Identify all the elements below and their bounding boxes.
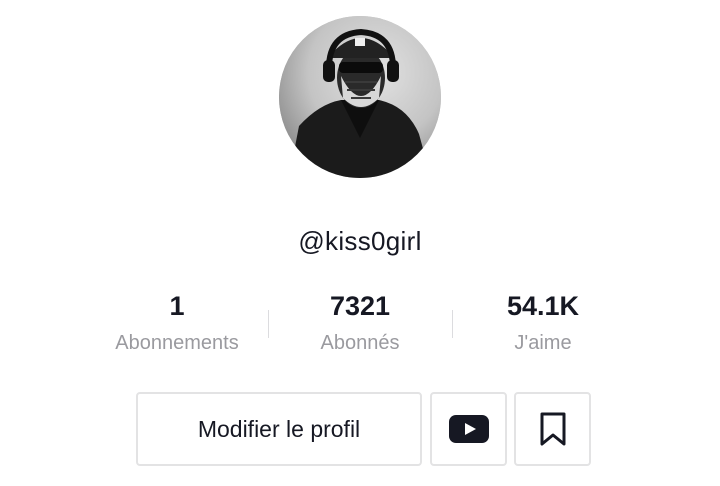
stat-followers-value: 7321 [329,291,391,321]
stat-following[interactable]: 1 Abonnements [77,288,277,356]
stat-followers-label: Abonnés [320,332,400,354]
bookmark-icon [540,412,565,446]
stat-likes-label: J'aime [514,332,572,354]
youtube-button[interactable] [430,392,507,466]
stat-likes-value: 54.1K [506,291,580,321]
stat-followers[interactable]: 7321 Abonnés [260,288,460,356]
username: @kiss0girl [298,226,422,256]
stat-following-label: Abonnements [115,332,239,354]
stat-following-value: 1 [169,291,185,321]
youtube-icon [448,415,489,443]
profile-stats: 1 Abonnements 7321 Abonnés 54.1K J'aime [0,288,720,358]
edit-profile-button[interactable]: Modifier le profil [136,392,422,466]
avatar-image [279,16,441,178]
bookmark-button[interactable] [514,392,591,466]
stat-likes[interactable]: 54.1K J'aime [443,288,643,356]
avatar[interactable] [279,16,441,178]
